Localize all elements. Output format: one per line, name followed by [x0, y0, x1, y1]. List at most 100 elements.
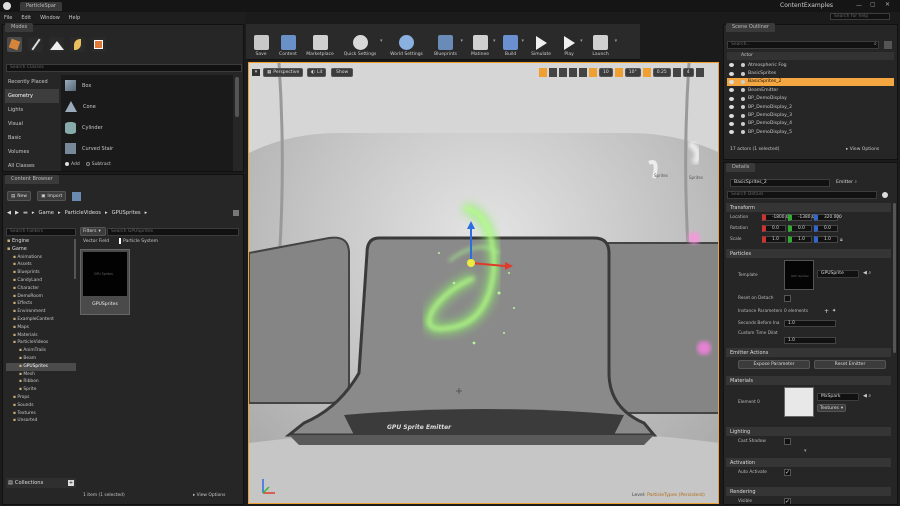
material-browse-icons[interactable]: ◀ ⌕ — [863, 393, 871, 399]
outliner-search-input[interactable]: Search... — [727, 41, 879, 49]
matinee-button[interactable]: Matinee — [467, 25, 493, 57]
visibility-eye-icon[interactable] — [729, 113, 734, 118]
section-emitter-actions[interactable]: Emitter Actions — [726, 348, 891, 357]
visible-checkbox[interactable]: ✓ — [784, 498, 791, 504]
visibility-eye-icon[interactable] — [729, 88, 734, 93]
menu-help[interactable]: Help — [69, 15, 80, 21]
scale-x-field[interactable]: 1.0 — [762, 236, 786, 243]
folder-tree-item[interactable]: ▪ Ribbon — [6, 378, 76, 386]
minimize-icon[interactable]: — — [856, 2, 862, 9]
details-search-input[interactable]: Search Details — [727, 191, 877, 199]
section-particles[interactable]: Particles — [726, 249, 891, 258]
folder-tree-item[interactable]: ▪ DemoRoom — [6, 293, 76, 301]
asset-tile[interactable]: GPU Sprites GPUSprites — [80, 249, 130, 315]
section-rendering[interactable]: Rendering — [726, 487, 891, 496]
outliner-row[interactable]: BasicSprites_2 — [727, 77, 894, 87]
outliner-row[interactable]: Atmospheric Fog — [727, 61, 894, 69]
folder-tree-item[interactable]: ▪ Mesh — [6, 371, 76, 379]
grid-snap-icon[interactable] — [589, 68, 597, 77]
add-radio[interactable]: Add — [65, 162, 80, 167]
outliner-row[interactable]: BP_DemoDisplay_5 — [727, 128, 894, 136]
folder-tree-item[interactable]: ▪ AnimTrails — [6, 347, 76, 355]
material-select[interactable]: MxSpark — [817, 393, 859, 401]
chevron-down-icon[interactable]: ▾ — [493, 38, 496, 44]
outliner-row[interactable]: BP_DemoDisplay — [727, 95, 894, 103]
folder-tree-item[interactable]: ▪ Game — [6, 246, 76, 254]
actor-name-input[interactable]: BasicSprites_2 — [730, 179, 830, 187]
scene-outliner-tab[interactable]: Scene Outliner — [726, 23, 775, 32]
modes-tab[interactable]: Modes — [5, 23, 34, 32]
folder-tree-item[interactable]: ▪ Sprite — [6, 386, 76, 394]
scale-tool-icon[interactable] — [559, 68, 567, 77]
filter-tag-particle-system[interactable]: Particle System — [119, 238, 158, 244]
template-browse-icons[interactable]: ◀ ⌕ — [863, 270, 871, 276]
breadcrumb-gpusprites[interactable]: GPUSprites — [112, 210, 141, 216]
folder-tree-item[interactable]: ▪ ExampleContent — [6, 316, 76, 324]
document-tab[interactable]: ParticleSpar — [20, 2, 62, 11]
menu-file[interactable]: File — [4, 15, 12, 21]
import-button[interactable]: ▣ Import — [37, 191, 67, 201]
reset-emitter-button[interactable]: Reset Emitter — [814, 360, 886, 369]
scale-snap-icon[interactable] — [642, 68, 651, 77]
category-visual[interactable]: Visual — [5, 117, 59, 131]
category-geometry[interactable]: Geometry — [5, 89, 59, 103]
folder-search-input[interactable]: Search Folders — [6, 228, 76, 236]
folder-tree-scrollbar[interactable] — [74, 239, 76, 279]
surface-snap-icon[interactable] — [579, 68, 587, 77]
outliner-row[interactable]: BP_DemoDisplay_2 — [727, 103, 894, 111]
folder-tree-item[interactable]: ▪ Beam — [6, 355, 76, 363]
folder-tree-item[interactable]: ▪ CandyLand — [6, 277, 76, 285]
list-item-cone[interactable]: Cone — [61, 96, 233, 117]
rotation-z-field[interactable]: 0.0 — [814, 225, 838, 232]
save-button[interactable]: Save — [250, 25, 272, 57]
location-y-field[interactable]: -1380.0 — [788, 214, 815, 221]
folder-tree-item[interactable]: ▪ Animations — [6, 254, 76, 262]
perspective-button[interactable]: ▦ Perspective — [263, 68, 304, 77]
help-search-input[interactable]: Search for help — [830, 13, 890, 20]
class-search-input[interactable]: Search Classes — [6, 64, 242, 72]
clear-param-icon[interactable]: ✦ — [832, 308, 836, 314]
paint-mode-icon[interactable] — [28, 37, 43, 52]
category-all-classes[interactable]: All Classes — [5, 159, 59, 173]
breadcrumb-particlevideos[interactable]: ParticleVideos — [65, 210, 101, 216]
maximize-viewport-icon[interactable] — [695, 68, 704, 77]
visibility-eye-icon[interactable] — [729, 130, 734, 135]
menu-edit[interactable]: Edit — [21, 15, 31, 21]
level-viewport[interactable]: GPU Sprite Emitter ▾ ▦ Perspective ◐ Lit S… — [248, 62, 719, 504]
world-settings-button[interactable]: World Settings — [387, 25, 427, 57]
rotation-snap-button[interactable]: 10° — [624, 68, 641, 77]
outliner-column-header[interactable]: Actor — [727, 52, 894, 60]
asset-search-input[interactable]: Search GPUSprites — [107, 228, 239, 236]
custom-time-field[interactable]: 1.0 — [784, 337, 836, 344]
material-thumbnail[interactable] — [784, 387, 814, 417]
quick-settings-button[interactable]: Quick Settings — [340, 25, 380, 57]
expose-parameter-button[interactable]: Expose Parameter — [738, 360, 810, 369]
content-button[interactable]: Content — [276, 25, 300, 57]
list-item-curved-stair[interactable]: Curved Stair — [61, 138, 233, 159]
template-select[interactable]: GPUSprite — [817, 270, 859, 278]
cast-shadow-checkbox[interactable] — [784, 438, 791, 445]
geometry-mode-icon[interactable] — [91, 37, 106, 52]
foliage-mode-icon[interactable] — [70, 37, 85, 52]
forward-arrow-icon[interactable]: ▶ — [15, 210, 19, 216]
folder-tree-item[interactable]: ▪ Props — [6, 394, 76, 402]
section-lighting[interactable]: Lighting — [726, 427, 891, 436]
folder-tree-item[interactable]: ▪ Maps — [6, 324, 76, 332]
advanced-expand-icon[interactable]: ▾ — [804, 448, 807, 454]
subtract-radio[interactable]: Subtract — [85, 162, 111, 167]
visibility-eye-icon[interactable] — [729, 96, 734, 101]
textures-dropdown[interactable]: Textures ▾ — [817, 404, 847, 412]
landscape-mode-icon[interactable] — [49, 37, 64, 52]
chevron-down-icon[interactable]: ▾ — [615, 38, 618, 44]
category-lights[interactable]: Lights — [5, 103, 59, 117]
lock-scale-icon[interactable]: 🔒︎ — [840, 237, 843, 243]
geometry-list-scrollbar[interactable] — [235, 77, 239, 117]
camera-speed-button[interactable]: 4 — [682, 68, 694, 77]
outliner-row[interactable]: BasicSprites — [727, 69, 894, 77]
folder-tree-item[interactable]: ▪ Materials — [6, 332, 76, 340]
list-item-box[interactable]: Box — [61, 75, 233, 96]
camera-speed-icon[interactable] — [672, 68, 681, 77]
category-basic[interactable]: Basic — [5, 131, 59, 145]
add-param-icon[interactable]: + — [824, 308, 829, 315]
back-arrow-icon[interactable]: ◀ — [7, 210, 11, 216]
